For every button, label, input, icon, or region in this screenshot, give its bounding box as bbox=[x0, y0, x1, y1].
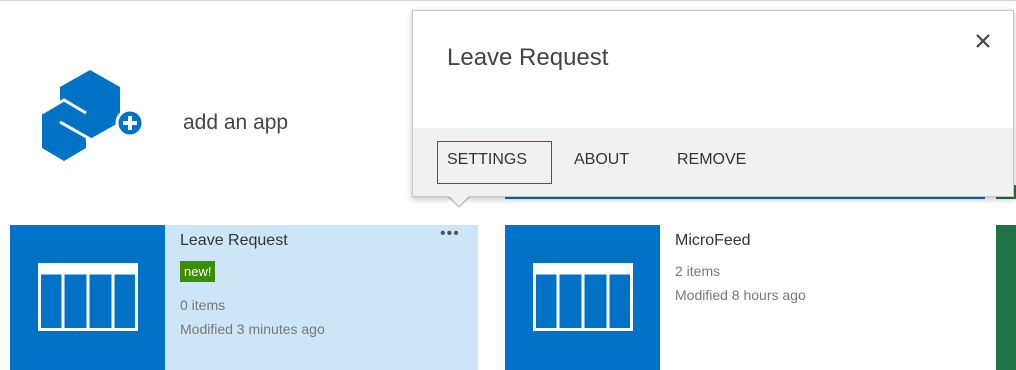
add-app-hexagon-icon bbox=[41, 70, 145, 161]
tile-title[interactable]: MicroFeed bbox=[675, 232, 751, 250]
callout-title: Leave Request bbox=[447, 44, 609, 71]
app-tile-leave-request[interactable]: Leave Request ••• new! 0 items Modified … bbox=[10, 225, 478, 370]
modified-time: Modified 8 hours ago bbox=[675, 287, 806, 303]
tile-title[interactable]: Leave Request bbox=[180, 232, 288, 250]
add-app-label: add an app bbox=[183, 111, 289, 134]
remove-button[interactable]: REMOVE bbox=[677, 151, 746, 169]
list-table-icon bbox=[533, 263, 633, 331]
about-button[interactable]: ABOUT bbox=[574, 151, 629, 169]
new-badge: new! bbox=[180, 261, 216, 282]
top-divider bbox=[0, 0, 1016, 1]
app-tile-microfeed[interactable]: MicroFeed 2 items Modified 8 hours ago bbox=[505, 225, 985, 370]
microfeed-icon-block[interactable] bbox=[505, 225, 660, 370]
close-icon[interactable] bbox=[973, 31, 993, 51]
app-callout: Leave Request SETTINGS ABOUT REMOVE bbox=[412, 10, 1014, 197]
more-options-button[interactable]: ••• bbox=[440, 225, 460, 243]
next-app-tile-edge[interactable] bbox=[996, 225, 1016, 370]
modified-time: Modified 3 minutes ago bbox=[180, 321, 325, 337]
item-count: 0 items bbox=[180, 297, 226, 313]
leave-request-icon-block[interactable] bbox=[10, 225, 165, 370]
leave-request-details: Leave Request ••• new! 0 items Modified … bbox=[165, 225, 478, 370]
list-table-icon bbox=[38, 263, 138, 331]
callout-actions-bar: SETTINGS ABOUT REMOVE bbox=[413, 128, 1013, 196]
item-count: 2 items bbox=[675, 263, 721, 279]
callout-pointer bbox=[447, 194, 471, 206]
add-app-link[interactable]: add an app bbox=[38, 70, 438, 180]
settings-button[interactable]: SETTINGS bbox=[447, 151, 527, 169]
